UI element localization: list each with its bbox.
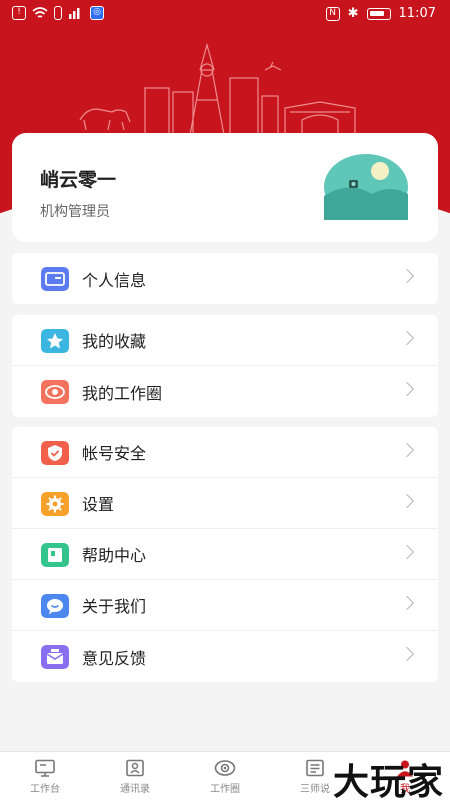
menu-item-about-us[interactable]: 关于我们 bbox=[12, 580, 438, 631]
menu-item-work-circle[interactable]: 我的工作圈 bbox=[12, 366, 438, 417]
chevron-right-icon bbox=[399, 595, 415, 611]
menu-item-label: 帮助中心 bbox=[82, 546, 147, 565]
tab-label: 工作圈 bbox=[210, 784, 240, 795]
alert-icon: ! bbox=[12, 6, 26, 20]
profile-role: 机构管理员 bbox=[40, 204, 110, 220]
menu-item-label: 我的工作圈 bbox=[82, 383, 163, 403]
status-time: 11:07 bbox=[398, 6, 436, 21]
city-skyline-illustration bbox=[70, 42, 390, 135]
menu-item-account-security[interactable]: 帐号安全 bbox=[12, 427, 438, 478]
menu-item-label: 关于我们 bbox=[82, 597, 147, 616]
tab-label: 通讯录 bbox=[120, 784, 150, 795]
menu-item-feedback[interactable]: 意见反馈 bbox=[12, 631, 438, 682]
menu-group-settings: 帐号安全 设置 帮助中心 关于我们 意见反馈 bbox=[12, 427, 438, 682]
chevron-right-icon bbox=[399, 330, 415, 346]
shield-icon bbox=[41, 441, 69, 465]
menu-item-help-center[interactable]: 帮助中心 bbox=[12, 529, 438, 580]
chevron-right-icon bbox=[399, 493, 415, 509]
tab-work-circle[interactable]: 工作圈 bbox=[180, 752, 270, 800]
star-icon bbox=[41, 329, 69, 353]
menu-group-profile: 个人信息 bbox=[12, 253, 438, 304]
monitor-icon bbox=[35, 759, 55, 777]
menu-group-activity: 我的收藏 我的工作圈 bbox=[12, 315, 438, 417]
id-card-icon bbox=[41, 267, 69, 291]
menu-item-label: 设置 bbox=[82, 495, 115, 514]
gear-icon bbox=[41, 492, 69, 516]
mail-icon bbox=[41, 645, 69, 669]
nfc-icon: N bbox=[325, 6, 340, 21]
chevron-right-icon bbox=[399, 544, 415, 560]
menu-item-settings[interactable]: 设置 bbox=[12, 478, 438, 529]
profile-card[interactable]: 峭云零一 机构管理员 bbox=[12, 133, 438, 242]
book-icon bbox=[41, 543, 69, 567]
sim-icon bbox=[54, 6, 62, 20]
bluetooth-icon: ✱ bbox=[347, 6, 359, 21]
menu-item-label: 意见反馈 bbox=[82, 648, 147, 668]
eye-circle-icon bbox=[41, 380, 69, 404]
chevron-right-icon bbox=[399, 442, 415, 458]
signal-icon bbox=[69, 8, 80, 19]
watermark-logo: 大玩家 bbox=[332, 762, 444, 800]
eye-icon bbox=[214, 760, 236, 776]
tab-contacts[interactable]: 通讯录 bbox=[90, 752, 180, 800]
chat-icon bbox=[41, 594, 69, 618]
profile-name: 峭云零一 bbox=[40, 169, 117, 191]
avatar[interactable] bbox=[324, 154, 408, 220]
chevron-right-icon bbox=[399, 646, 415, 662]
document-icon bbox=[306, 759, 324, 777]
menu-item-favorites[interactable]: 我的收藏 bbox=[12, 315, 438, 366]
tab-workbench[interactable]: 工作台 bbox=[0, 752, 90, 800]
menu-item-label: 个人信息 bbox=[82, 270, 147, 290]
app-badge-icon: ◎ bbox=[90, 6, 104, 20]
menu-item-label: 我的收藏 bbox=[82, 332, 147, 351]
contacts-icon bbox=[126, 759, 144, 777]
menu-item-label: 帐号安全 bbox=[82, 444, 147, 463]
menu-item-personal-info[interactable]: 个人信息 bbox=[12, 253, 438, 304]
chevron-right-icon bbox=[399, 381, 415, 397]
wifi-icon bbox=[32, 7, 48, 18]
tab-label: 工作台 bbox=[30, 784, 60, 795]
chevron-right-icon bbox=[399, 268, 415, 284]
status-bar: ! ◎ N ✱ 11:07 bbox=[0, 0, 450, 28]
battery-icon bbox=[366, 7, 391, 20]
